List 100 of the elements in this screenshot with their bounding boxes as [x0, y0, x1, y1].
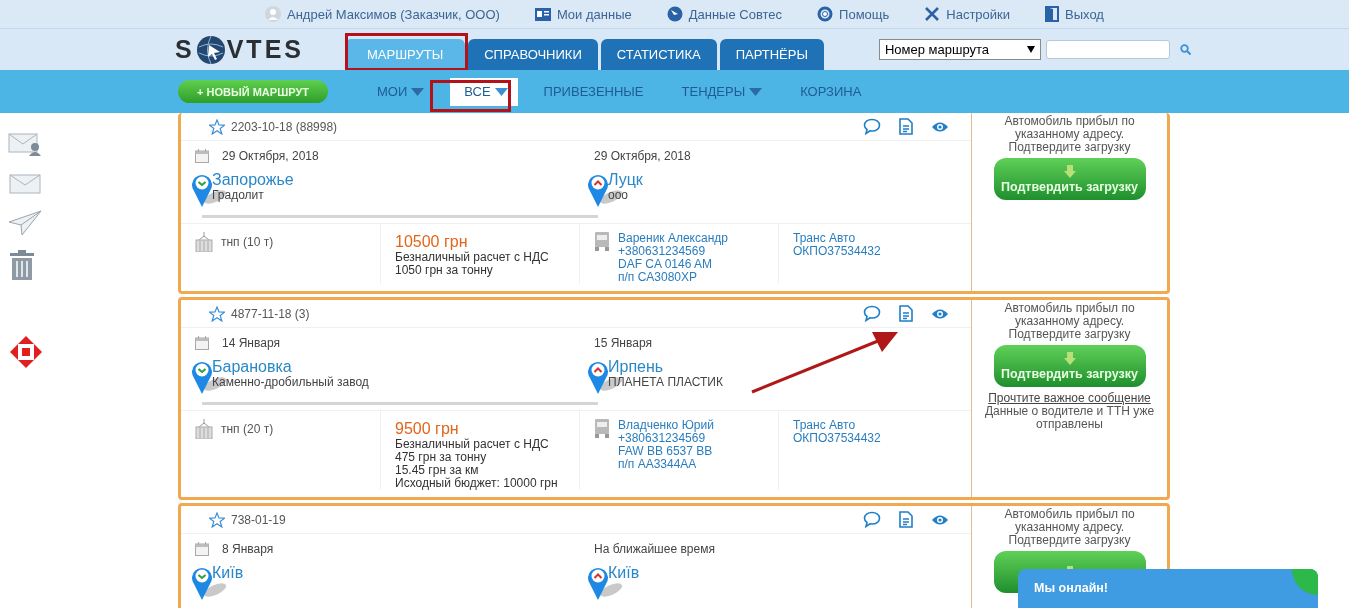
star-icon[interactable]	[209, 511, 225, 528]
route-id: 738-01-19	[231, 512, 286, 527]
load-date: 14 Января	[222, 336, 280, 350]
sub-tab[interactable]: ТЕНДЕРЫ	[669, 77, 775, 106]
sub-tab[interactable]: ПРИВЕЗЕННЫЕ	[531, 77, 656, 106]
driver-name: Вареник Александр	[618, 232, 728, 245]
notice-link[interactable]: Прочтите важное сообщение	[988, 391, 1151, 405]
origin-city: Київ	[212, 564, 244, 582]
destination-city: Луцк	[608, 171, 643, 189]
destination-company: ПЛАНЕТА ПЛАСТИК	[608, 376, 723, 389]
route-id: 2203-10-18 (88998)	[231, 119, 338, 134]
destination-company: ооо	[608, 189, 630, 202]
top-link[interactable]: Данные Совтес	[666, 6, 783, 22]
dropdown-arrow-icon	[1026, 46, 1035, 53]
door-icon	[1045, 6, 1060, 22]
trash-icon[interactable]	[8, 250, 36, 280]
load-date: 8 Января	[222, 542, 274, 556]
payment-detail: Исходный бюджет: 10000 грн	[395, 477, 558, 490]
chat-widget[interactable]: Мы онлайн!	[1018, 569, 1318, 608]
destination-city: Ирпень	[608, 358, 665, 376]
payment-detail: 475 грн за тонну	[395, 451, 487, 464]
unload-date: 15 Января	[594, 336, 652, 350]
status-text: Автомобиль прибыл по указанному адресу. Подтвердите загрузку	[1003, 508, 1136, 547]
carrier-name: Транс Авто	[793, 232, 856, 245]
down-arrow-icon	[1063, 351, 1076, 365]
price: 10500 грн	[395, 232, 468, 251]
truck-icon	[594, 419, 610, 439]
globe-logo-icon	[195, 34, 226, 65]
user-link[interactable]: Андрей Максимов (Заказчик, ООО)	[265, 6, 500, 22]
calendar-icon	[195, 336, 209, 350]
eye-icon[interactable]	[931, 513, 949, 526]
carrier-detail: ОКПО37534432	[793, 432, 881, 445]
cargo-crate-icon	[195, 419, 213, 439]
star-icon[interactable]	[209, 305, 225, 322]
caret-icon	[749, 87, 763, 96]
down-arrow-icon	[1063, 164, 1076, 178]
mail-user-icon[interactable]	[8, 130, 42, 156]
globe-icon	[666, 6, 683, 22]
caret-icon	[494, 87, 508, 96]
payment-detail: Безналичный расчет с НДС	[395, 251, 549, 264]
paper-plane-icon[interactable]	[8, 210, 42, 236]
payment-detail: Безналичный расчет с НДС	[395, 438, 549, 451]
main-tab[interactable]: СТАТИСТИКА	[600, 39, 717, 70]
driver-detail: +380631234569	[618, 245, 706, 258]
status-text: Автомобиль прибыл по указанному адресу. Подтвердите загрузку	[1003, 115, 1136, 154]
origin-company: Градолит	[212, 189, 265, 202]
top-link[interactable]: Выход	[1045, 6, 1104, 22]
driver-detail: п/п AA3344AA	[618, 458, 697, 471]
origin-city: Барановка	[212, 358, 292, 376]
driver-detail: +380631234569	[618, 432, 706, 445]
route-id: 4877-11-18 (3)	[231, 306, 310, 321]
comment-icon[interactable]	[863, 305, 881, 322]
driver-detail: DAF CA 0146 AM	[618, 258, 713, 271]
driver-detail: п/п CA3080XP	[618, 271, 698, 284]
destination-city: Київ	[608, 564, 640, 582]
cargo-text: тнп (20 т)	[221, 423, 274, 436]
main-tab[interactable]: ПАРТНЁРЫ	[719, 39, 824, 70]
status-text: Автомобиль прибыл по указанному адресу. Подтвердите загрузку	[1003, 302, 1136, 341]
user-avatar-icon	[265, 6, 281, 22]
origin-company: Каменно-дробильный завод	[212, 376, 369, 389]
unload-date: На ближайшее время	[594, 542, 715, 556]
caret-icon	[411, 87, 425, 96]
confirm-load-button[interactable]: Подтвердить загрузку	[993, 158, 1146, 200]
eye-icon[interactable]	[931, 120, 949, 133]
chat-label: Мы онлайн!	[1034, 581, 1109, 595]
lifebuoy-icon	[817, 6, 834, 22]
unload-date: 29 Октября, 2018	[594, 149, 691, 163]
top-link[interactable]: Помощь	[817, 6, 890, 22]
cargo-text: тнп (10 т)	[221, 236, 274, 249]
sub-tab[interactable]: КОРЗИНА	[788, 77, 874, 106]
main-tab[interactable]: СПРАВОЧНИКИ	[468, 39, 598, 70]
confirm-load-button[interactable]: Подтвердить загрузку	[993, 345, 1146, 387]
top-link[interactable]: Мои данные	[534, 6, 632, 22]
calendar-icon	[195, 149, 209, 163]
id-card-icon	[534, 7, 551, 21]
logo[interactable]: S VTES	[175, 34, 345, 65]
document-icon[interactable]	[899, 305, 913, 322]
search-field[interactable]	[1045, 40, 1170, 59]
driver-name: Владченко Юрий	[618, 419, 714, 432]
comment-icon[interactable]	[863, 118, 881, 135]
document-icon[interactable]	[899, 511, 913, 528]
truck-icon	[594, 232, 610, 252]
cargo-crate-icon	[195, 232, 213, 252]
document-icon[interactable]	[899, 118, 913, 135]
notice-text: Данные о водителе и ТТН уже отправлены	[983, 405, 1156, 431]
star-icon[interactable]	[209, 118, 225, 135]
payment-detail: 1050 грн за тонну	[395, 264, 493, 277]
arrows-logo-icon[interactable]	[8, 334, 44, 370]
online-indicator-icon	[1292, 569, 1318, 595]
route-number-select[interactable]: Номер маршрута	[878, 39, 1041, 60]
price: 9500 грн	[395, 419, 459, 438]
eye-icon[interactable]	[931, 307, 949, 320]
sub-tab[interactable]: МОИ	[365, 77, 437, 106]
top-link[interactable]: Настройки	[924, 6, 1011, 22]
carrier-detail: ОКПО37534432	[793, 245, 881, 258]
load-date: 29 Октября, 2018	[222, 149, 319, 163]
comment-icon[interactable]	[863, 511, 881, 528]
search-icon[interactable]	[1179, 44, 1191, 55]
calendar-icon	[195, 542, 209, 556]
driver-detail: FAW BB 6537 BB	[618, 445, 713, 458]
